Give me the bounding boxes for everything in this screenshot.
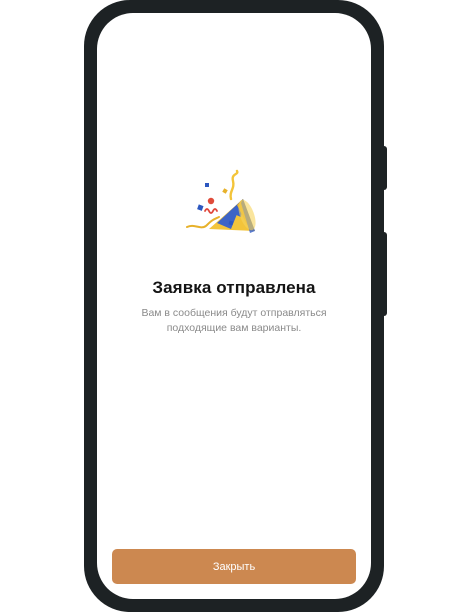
streamer-yellow [229, 169, 239, 201]
phone-power-button [382, 146, 387, 190]
confirmation-message: Вам в сообщения будут отправляться подхо… [117, 306, 351, 336]
confetti-blue-small [205, 183, 209, 187]
streamer-red [204, 208, 218, 214]
confetti-blue [197, 204, 204, 211]
confetti-yellow [222, 188, 228, 194]
confirmation-message-line-1: Вам в сообщения будут отправляться [141, 307, 327, 319]
close-button[interactable]: Закрыть [112, 549, 356, 584]
phone-screen: Заявка отправлена Вам в сообщения будут … [97, 13, 371, 599]
party-popper-icon [186, 169, 256, 233]
confetti-red [207, 197, 215, 205]
page-title: Заявка отправлена [152, 278, 316, 297]
popper-cone [209, 199, 256, 233]
stage: Заявка отправлена Вам в сообщения будут … [0, 0, 470, 612]
confirmation-message-line-2: подходящие вам варианты. [166, 322, 302, 334]
phone-volume-button [382, 232, 387, 316]
